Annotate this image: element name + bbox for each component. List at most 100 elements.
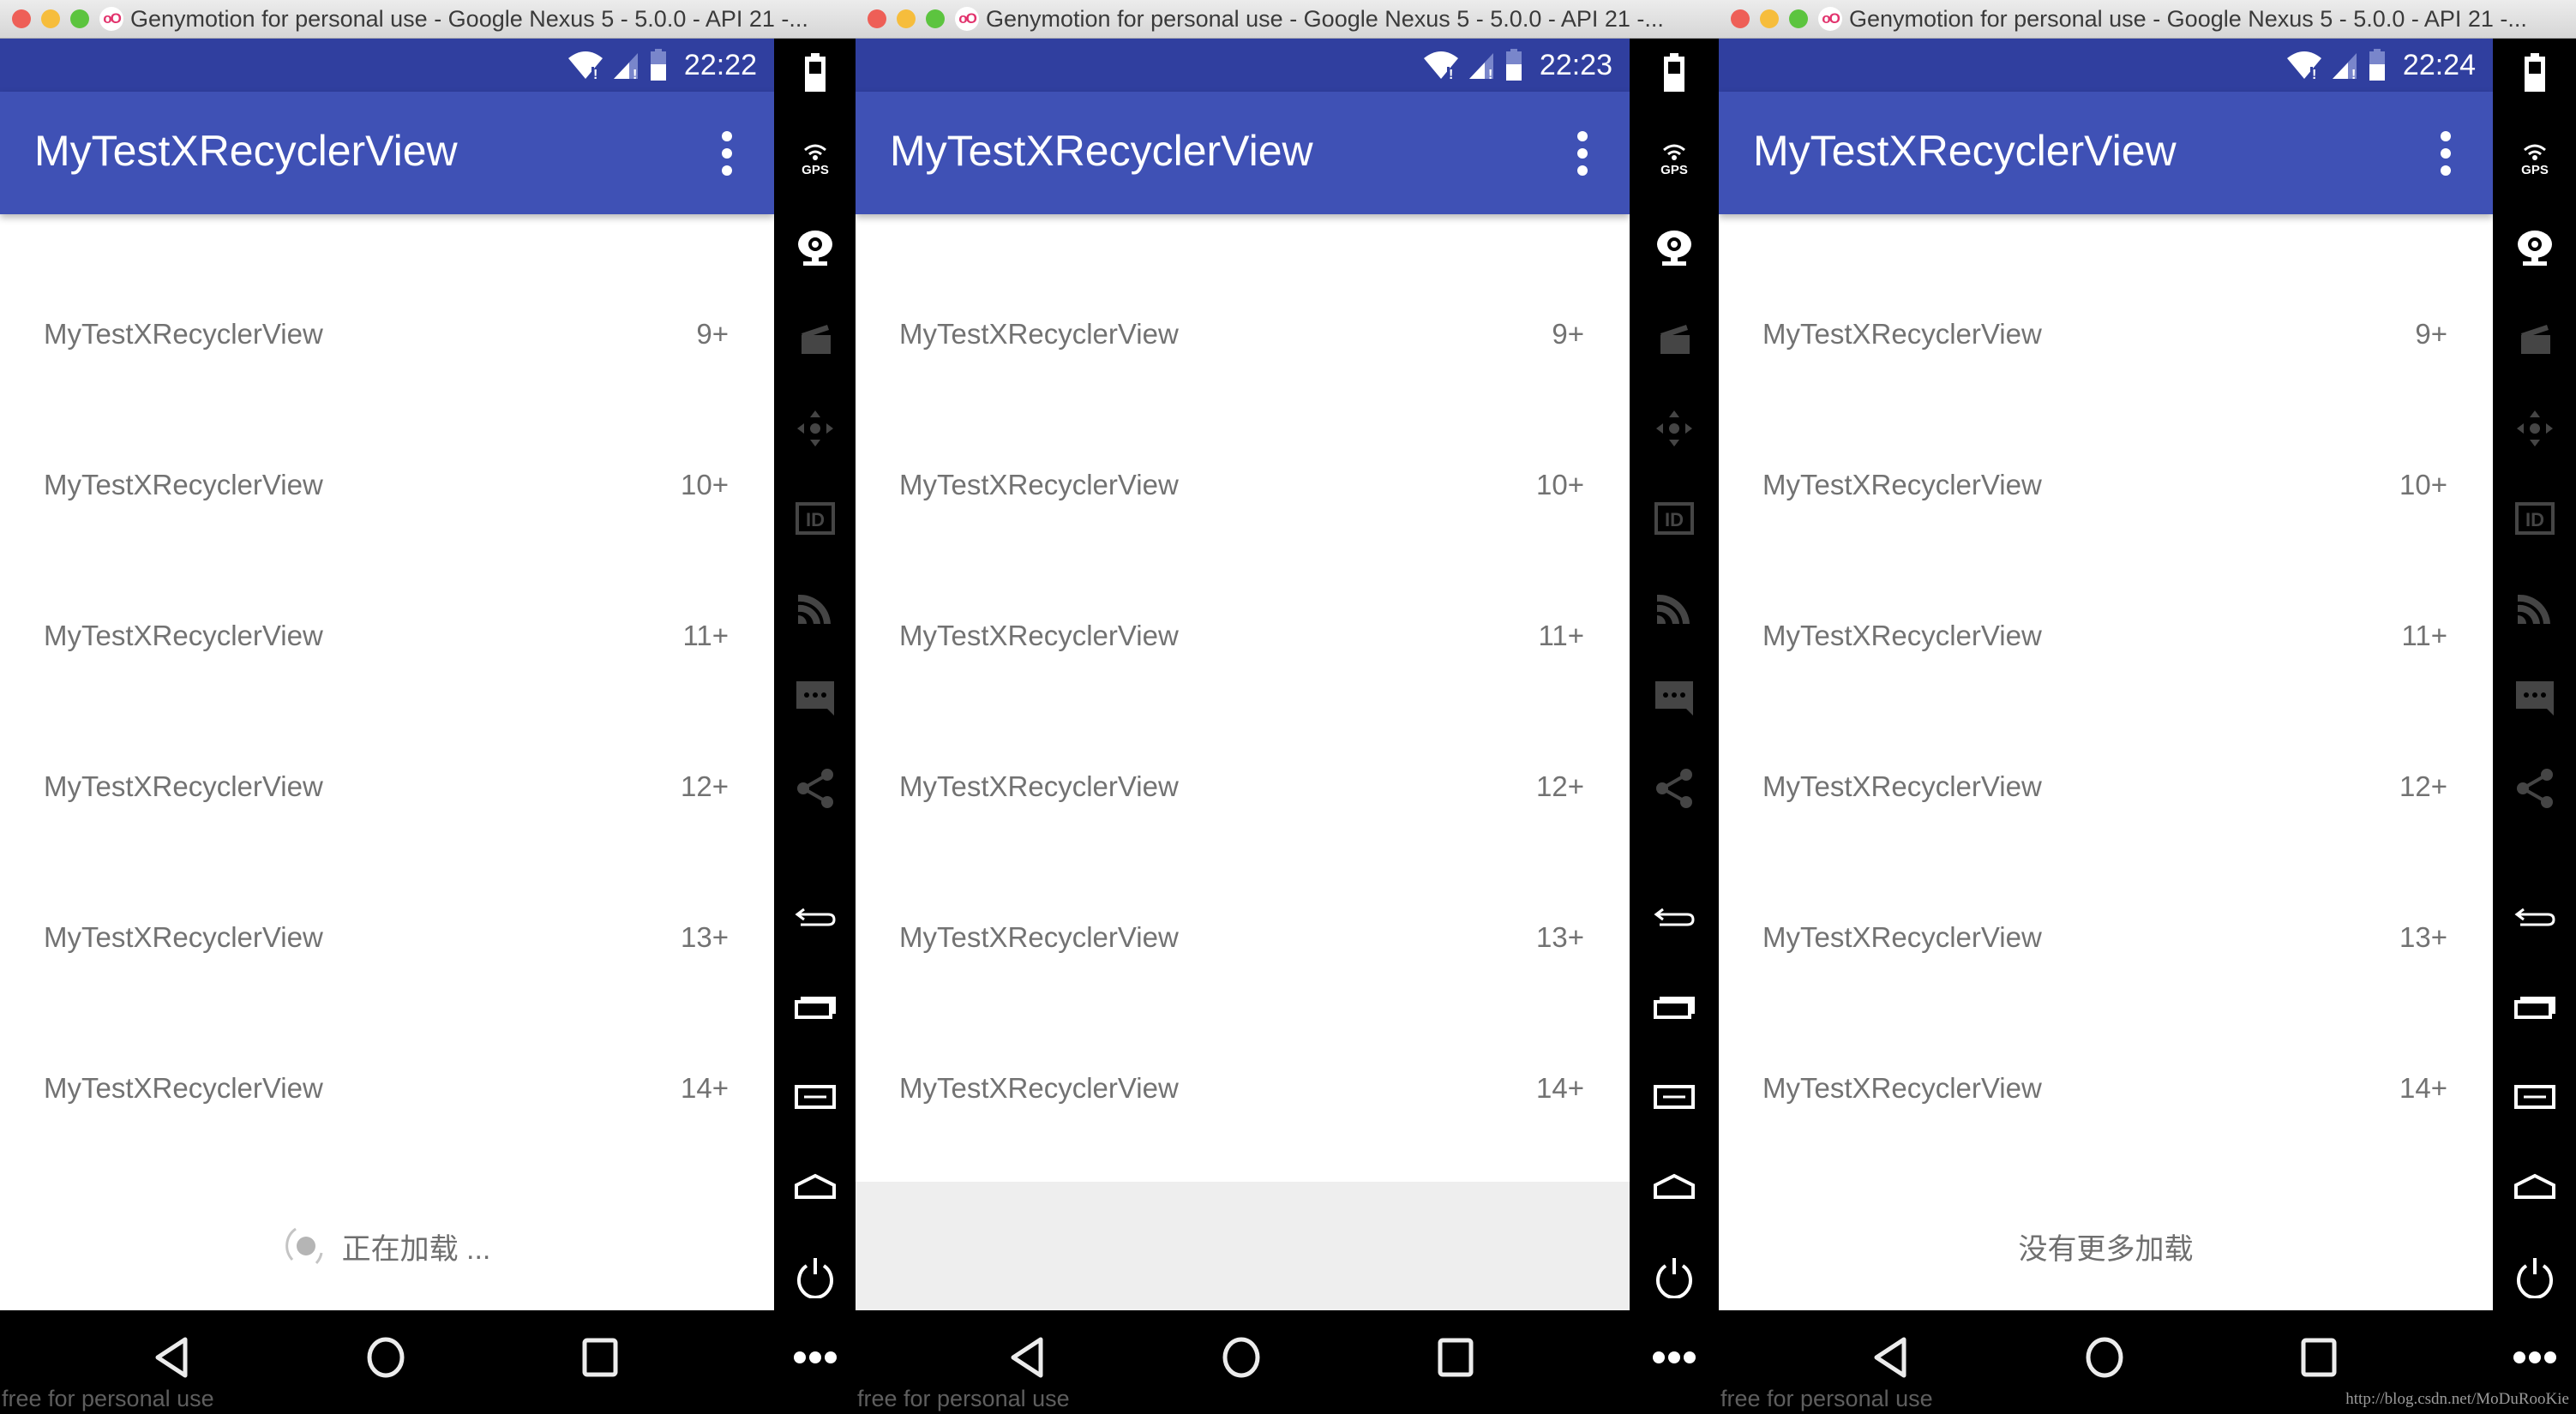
list-item[interactable]: MyTestXRecyclerView 10+ — [0, 410, 774, 560]
more-button[interactable] — [1640, 1327, 1708, 1387]
sidebar-button-power[interactable] — [2493, 1243, 2576, 1311]
sidebar-button-rss[interactable] — [1630, 574, 1719, 643]
list-item[interactable]: MyTestXRecyclerView 13+ — [1719, 862, 2493, 1013]
list-item-title: MyTestXRecyclerView — [899, 1072, 1179, 1104]
sidebar-button-gps[interactable]: GPS — [1630, 124, 1719, 193]
sidebar-button-sms[interactable] — [1630, 664, 1719, 733]
overflow-menu-icon[interactable] — [1576, 131, 1588, 176]
sidebar-button-battery[interactable] — [774, 39, 856, 107]
nav-back-button[interactable] — [993, 1327, 1061, 1387]
sidebar-button-rss[interactable] — [774, 574, 856, 643]
list-item[interactable]: MyTestXRecyclerView 10+ — [1719, 410, 2493, 560]
sidebar-button-menu[interactable] — [1630, 1063, 1719, 1131]
list-item[interactable]: MyTestXRecyclerView 13+ — [856, 862, 1630, 1013]
app-title: MyTestXRecyclerView — [34, 127, 458, 175]
nav-home-button[interactable] — [351, 1327, 420, 1387]
sidebar-button-id[interactable]: ID — [2493, 484, 2576, 553]
close-window-button[interactable] — [1731, 9, 1750, 28]
zoom-window-button[interactable] — [1789, 9, 1808, 28]
nav-home-button[interactable] — [2070, 1327, 2139, 1387]
recent-apps-icon — [794, 997, 836, 1019]
sidebar-button-share[interactable] — [1630, 754, 1719, 823]
genymotion-sidebar: GPS ID — [774, 39, 856, 1310]
sidebar-button-home[interactable] — [774, 1153, 856, 1221]
list-item[interactable]: MyTestXRecyclerView 11+ — [1719, 560, 2493, 711]
sidebar-button-sms[interactable] — [2493, 664, 2576, 733]
minimize-window-button[interactable] — [1760, 9, 1779, 28]
id-icon: ID — [1654, 502, 1694, 535]
sidebar-button-menu[interactable] — [774, 1063, 856, 1131]
overflow-menu-icon[interactable] — [721, 131, 733, 176]
overflow-menu-icon[interactable] — [2440, 131, 2452, 176]
list-item[interactable]: MyTestXRecyclerView 9+ — [1719, 259, 2493, 410]
list-item[interactable]: MyTestXRecyclerView 12+ — [856, 711, 1630, 862]
list-item-title: MyTestXRecyclerView — [44, 1072, 323, 1104]
sidebar-button-gps[interactable]: GPS — [2493, 124, 2576, 193]
list-item[interactable]: MyTestXRecyclerView 9+ — [0, 259, 774, 410]
list-item-title: MyTestXRecyclerView — [44, 469, 323, 500]
recycler-list[interactable]: MyTestXRecyclerView8+MyTestXRecyclerView… — [0, 167, 774, 1310]
list-item[interactable]: MyTestXRecyclerView 12+ — [1719, 711, 2493, 862]
close-window-button[interactable] — [12, 9, 31, 28]
list-item[interactable]: MyTestXRecyclerView 10+ — [856, 410, 1630, 560]
sidebar-button-battery[interactable] — [2493, 39, 2576, 107]
sidebar-button-rss[interactable] — [2493, 574, 2576, 643]
nav-recents-button[interactable] — [1421, 1327, 1490, 1387]
minimize-window-button[interactable] — [897, 9, 916, 28]
list-item-number: 11+ — [682, 620, 729, 651]
sidebar-button-dpad[interactable] — [1630, 394, 1719, 463]
list-item[interactable]: MyTestXRecyclerView 11+ — [856, 560, 1630, 711]
nav-back-button[interactable] — [1856, 1327, 1924, 1387]
close-window-button[interactable] — [868, 9, 886, 28]
sidebar-button-webcam[interactable] — [774, 214, 856, 283]
sidebar-button-dpad[interactable] — [2493, 394, 2576, 463]
more-button[interactable] — [2501, 1327, 2569, 1387]
sidebar-button-dpad[interactable] — [774, 394, 856, 463]
sidebar-button-share[interactable] — [2493, 754, 2576, 823]
list-item[interactable]: MyTestXRecyclerView 9+ — [856, 259, 1630, 410]
nav-home-button[interactable] — [1207, 1327, 1276, 1387]
sidebar-button-home[interactable] — [2493, 1153, 2576, 1221]
sidebar-button-recent-apps[interactable] — [2493, 973, 2576, 1041]
minimize-window-button[interactable] — [41, 9, 60, 28]
status-bar: ! ! 22:22 — [0, 39, 774, 92]
list-item[interactable]: MyTestXRecyclerView 12+ — [0, 711, 774, 862]
sidebar-button-home[interactable] — [1630, 1153, 1719, 1221]
more-button[interactable] — [781, 1327, 850, 1387]
sidebar-button-power[interactable] — [774, 1243, 856, 1311]
sidebar-button-webcam[interactable] — [1630, 214, 1719, 283]
list-item-number: 10+ — [1536, 469, 1584, 500]
sidebar-button-sms[interactable] — [774, 664, 856, 733]
sidebar-button-back[interactable] — [774, 883, 856, 951]
sidebar-button-id[interactable]: ID — [774, 484, 856, 553]
sidebar-button-back[interactable] — [1630, 883, 1719, 951]
recycler-list[interactable]: MyTestXRecyclerView8+MyTestXRecyclerView… — [1719, 167, 2493, 1310]
sidebar-button-clapperboard[interactable] — [2493, 304, 2576, 373]
sms-icon — [1655, 681, 1693, 716]
recycler-list[interactable]: MyTestXRecyclerView8+MyTestXRecyclerView… — [856, 167, 1630, 1310]
sidebar-button-clapperboard[interactable] — [1630, 304, 1719, 373]
sidebar-button-menu[interactable] — [2493, 1063, 2576, 1131]
list-item-number: 12+ — [2399, 770, 2447, 802]
zoom-window-button[interactable] — [70, 9, 89, 28]
nav-recents-button[interactable] — [2285, 1327, 2353, 1387]
list-item[interactable]: MyTestXRecyclerView 14+ — [0, 1013, 774, 1164]
sidebar-button-clapperboard[interactable] — [774, 304, 856, 373]
sidebar-button-share[interactable] — [774, 754, 856, 823]
list-item[interactable]: MyTestXRecyclerView 13+ — [0, 862, 774, 1013]
sidebar-button-recent-apps[interactable] — [774, 973, 856, 1041]
nav-recents-button[interactable] — [566, 1327, 634, 1387]
sidebar-button-recent-apps[interactable] — [1630, 973, 1719, 1041]
sidebar-button-gps[interactable]: GPS — [774, 124, 856, 193]
sidebar-button-webcam[interactable] — [2493, 214, 2576, 283]
list-item[interactable]: MyTestXRecyclerView 14+ — [1719, 1013, 2493, 1164]
list-item[interactable]: MyTestXRecyclerView 14+ — [856, 1013, 1630, 1164]
list-item-title: MyTestXRecyclerView — [1762, 921, 2042, 953]
zoom-window-button[interactable] — [926, 9, 945, 28]
sidebar-button-id[interactable]: ID — [1630, 484, 1719, 553]
sidebar-button-power[interactable] — [1630, 1243, 1719, 1311]
sidebar-button-battery[interactable] — [1630, 39, 1719, 107]
list-item[interactable]: MyTestXRecyclerView 11+ — [0, 560, 774, 711]
sidebar-button-back[interactable] — [2493, 883, 2576, 951]
nav-back-button[interactable] — [137, 1327, 206, 1387]
